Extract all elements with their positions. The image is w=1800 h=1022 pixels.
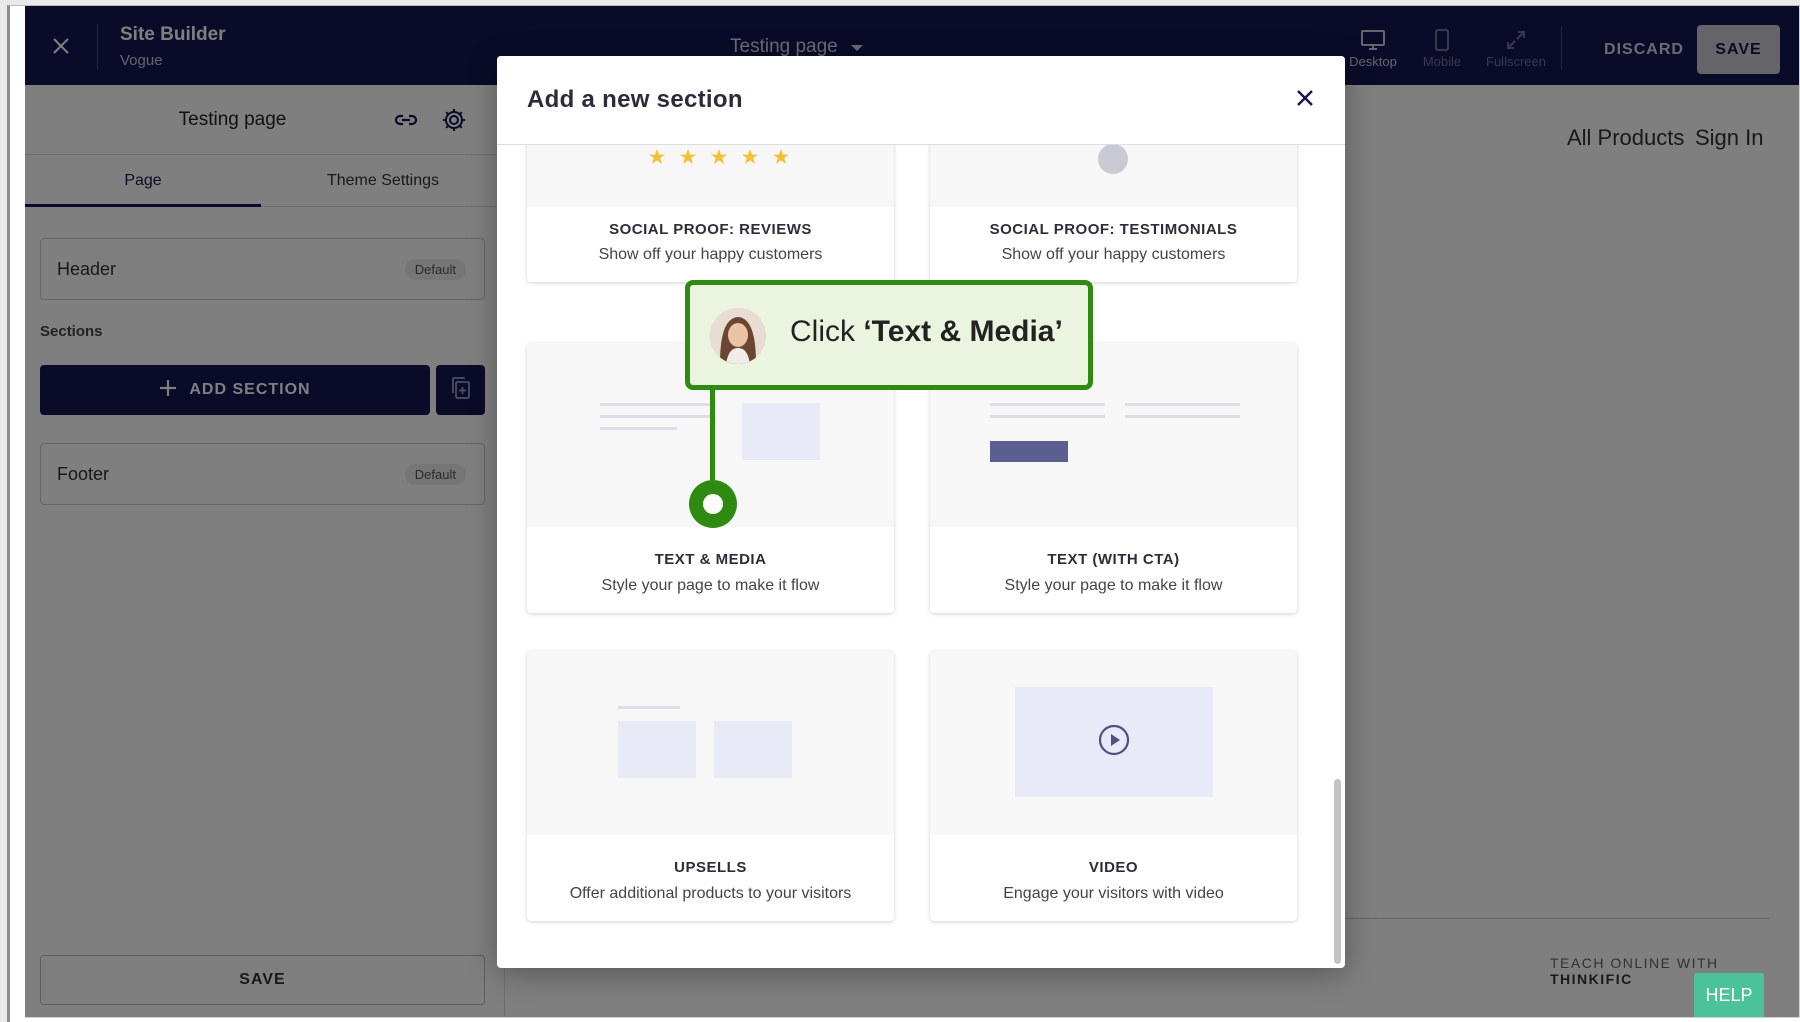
modal-title: Add a new section (527, 86, 743, 113)
card-thumbnail (527, 651, 894, 835)
callout-text: Click ‘Text & Media’ (790, 315, 1063, 349)
text-line-placeholder (618, 706, 680, 709)
text-line-placeholder (1125, 415, 1240, 418)
text-line-placeholder (600, 427, 677, 430)
add-section-modal: Add a new section SOCIAL PROOF: REVIEWS … (497, 56, 1345, 968)
section-card-reviews[interactable]: SOCIAL PROOF: REVIEWS Show off your happ… (527, 145, 894, 282)
text-line-placeholder (990, 403, 1105, 406)
card-title: TEXT (WITH CTA) (1047, 551, 1180, 568)
video-placeholder (1015, 687, 1213, 797)
close-icon[interactable] (1295, 88, 1315, 113)
section-card-testimonials[interactable]: SOCIAL PROOF: TESTIMONIALS Show off your… (930, 145, 1297, 282)
avatar-placeholder-icon (1098, 145, 1128, 174)
text-line-placeholder (600, 403, 715, 406)
card-title: SOCIAL PROOF: REVIEWS (609, 221, 812, 238)
screenshot-frame: Site Builder Vogue Testing page Desktop … (7, 5, 1800, 1022)
modal-body[interactable]: SOCIAL PROOF: REVIEWS Show off your happ… (497, 145, 1345, 968)
product-placeholder (618, 721, 696, 778)
card-thumbnail (930, 145, 1297, 207)
text-line-placeholder (1125, 403, 1240, 406)
section-card-upsells[interactable]: UPSELLS Offer additional products to you… (527, 651, 894, 921)
callout-pointer-line (710, 390, 715, 480)
card-description: Offer additional products to your visito… (569, 885, 852, 902)
modal-header: Add a new section (497, 56, 1345, 145)
card-title: UPSELLS (674, 859, 747, 876)
card-description: Style your page to make it flow (1004, 577, 1223, 594)
section-card-video[interactable]: VIDEO Engage your visitors with video (930, 651, 1297, 921)
play-icon (1097, 723, 1131, 762)
product-placeholder (714, 721, 792, 778)
tutorial-callout: Click ‘Text & Media’ (685, 280, 1093, 390)
card-description: Show off your happy customers (1001, 246, 1226, 263)
image-placeholder (742, 403, 820, 460)
help-button[interactable]: HELP (1694, 973, 1764, 1017)
click-target-indicator (689, 480, 737, 528)
text-line-placeholder (990, 415, 1105, 418)
card-title: TEXT & MEDIA (654, 551, 767, 568)
card-title: SOCIAL PROOF: TESTIMONIALS (989, 221, 1238, 238)
card-description: Engage your visitors with video (1003, 885, 1224, 902)
card-description: Show off your happy customers (598, 246, 823, 263)
site-builder-app: Site Builder Vogue Testing page Desktop … (25, 6, 1800, 1018)
card-title: VIDEO (1088, 859, 1139, 876)
callout-prefix: Click (790, 315, 864, 348)
callout-target: ‘Text & Media’ (863, 315, 1063, 348)
card-description: Style your page to make it flow (601, 577, 820, 594)
scrollbar-thumb[interactable] (1334, 779, 1341, 964)
card-thumbnail (930, 651, 1297, 835)
avatar (710, 308, 766, 364)
cta-button-placeholder (990, 441, 1068, 462)
text-line-placeholder (600, 415, 715, 418)
star-rating-icon (649, 149, 789, 164)
card-thumbnail (527, 145, 894, 207)
